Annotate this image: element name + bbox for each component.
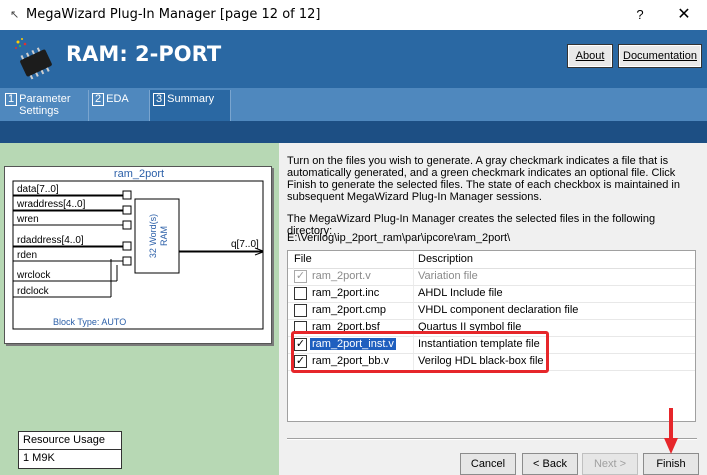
finish-button[interactable]: Finish [643, 453, 699, 475]
port-rdaddress: rdaddress[4..0] [17, 235, 84, 246]
checkbox-ram-2port-v[interactable]: ✓ [294, 270, 307, 283]
tab-number: 2 [92, 93, 105, 106]
port-wren: wren [16, 214, 39, 225]
tab-number: 3 [153, 93, 166, 106]
tab-bar: 1 Parameter Settings 2 EDA 3 Summary [0, 88, 707, 121]
block-type: Block Type: AUTO [53, 317, 126, 327]
checkbox-ram-2port-cmp[interactable] [294, 304, 307, 317]
highlight-box [291, 331, 549, 373]
port-q: q[7..0] [231, 239, 259, 250]
port-rdclock: rdclock [17, 286, 50, 297]
table-row[interactable]: ram_2port.inc AHDL Include file [288, 286, 695, 303]
tab-label: Summary [167, 93, 215, 105]
documentation-button[interactable]: Documentation [618, 44, 702, 68]
tab-label: EDA [106, 93, 129, 105]
wizard-header: RAM: 2-PORT About Documentation [0, 30, 707, 88]
title-bar: ↖ MegaWizard Plug-In Manager [page 12 of… [0, 0, 707, 30]
file-description: Variation file [418, 270, 478, 282]
column-header-file: File [294, 253, 312, 265]
port-wrclock: wrclock [16, 270, 51, 281]
port-data: data[7..0] [17, 184, 59, 195]
header-band [0, 121, 707, 143]
close-button[interactable]: ✕ [670, 4, 698, 26]
resource-usage-title: Resource Usage [19, 432, 121, 450]
module-name: ram_2port [114, 168, 164, 180]
ram-word-label: 32 Word(s) [148, 214, 158, 258]
help-button[interactable]: ? [628, 4, 652, 26]
file-name: ram_2port.v [312, 270, 371, 282]
column-header-description: Description [418, 253, 474, 265]
intro-text: Turn on the files you wish to generate. … [287, 155, 680, 203]
file-name: ram_2port.inc [312, 287, 380, 299]
next-button[interactable]: Next > [582, 453, 638, 475]
ram-label: RAM [159, 226, 169, 246]
file-name: ram_2port.cmp [312, 304, 386, 316]
table-header: File Description [288, 251, 695, 269]
table-row[interactable]: ✓ ram_2port.v Variation file [288, 269, 695, 286]
cancel-button[interactable]: Cancel [460, 453, 516, 475]
block-diagram: ram_2port 32 Word(s)RAM data[7..0] wradd… [4, 166, 272, 344]
chip-icon [15, 38, 52, 80]
app-icon: ↖ [10, 9, 20, 21]
tab-summary[interactable]: 3 Summary [150, 90, 231, 121]
back-button[interactable]: < Back [522, 453, 578, 475]
table-row[interactable]: ram_2port.cmp VHDL component declaration… [288, 303, 695, 320]
red-arrow-icon [664, 408, 678, 454]
file-description: VHDL component declaration file [418, 304, 579, 316]
resource-usage-box: Resource Usage 1 M9K [18, 431, 122, 469]
resource-usage-value: 1 M9K [23, 452, 55, 464]
port-rden: rden [17, 250, 37, 261]
button-separator [287, 438, 697, 440]
page-title: RAM: 2-PORT [66, 42, 222, 66]
file-description: AHDL Include file [418, 287, 503, 299]
tab-label: Parameter Settings [19, 93, 71, 117]
port-wraddress: wraddress[4..0] [16, 199, 86, 210]
tab-number: 1 [5, 93, 18, 106]
tab-parameter-settings[interactable]: 1 Parameter Settings [2, 90, 89, 121]
checkbox-ram-2port-inc[interactable] [294, 287, 307, 300]
window-title: MegaWizard Plug-In Manager [page 12 of 1… [26, 7, 321, 22]
about-button[interactable]: About [567, 44, 613, 68]
tab-eda[interactable]: 2 EDA [89, 90, 150, 121]
output-path: E:\Verilog\ip_2port_ram\par\ipcore\ram_2… [287, 232, 511, 244]
